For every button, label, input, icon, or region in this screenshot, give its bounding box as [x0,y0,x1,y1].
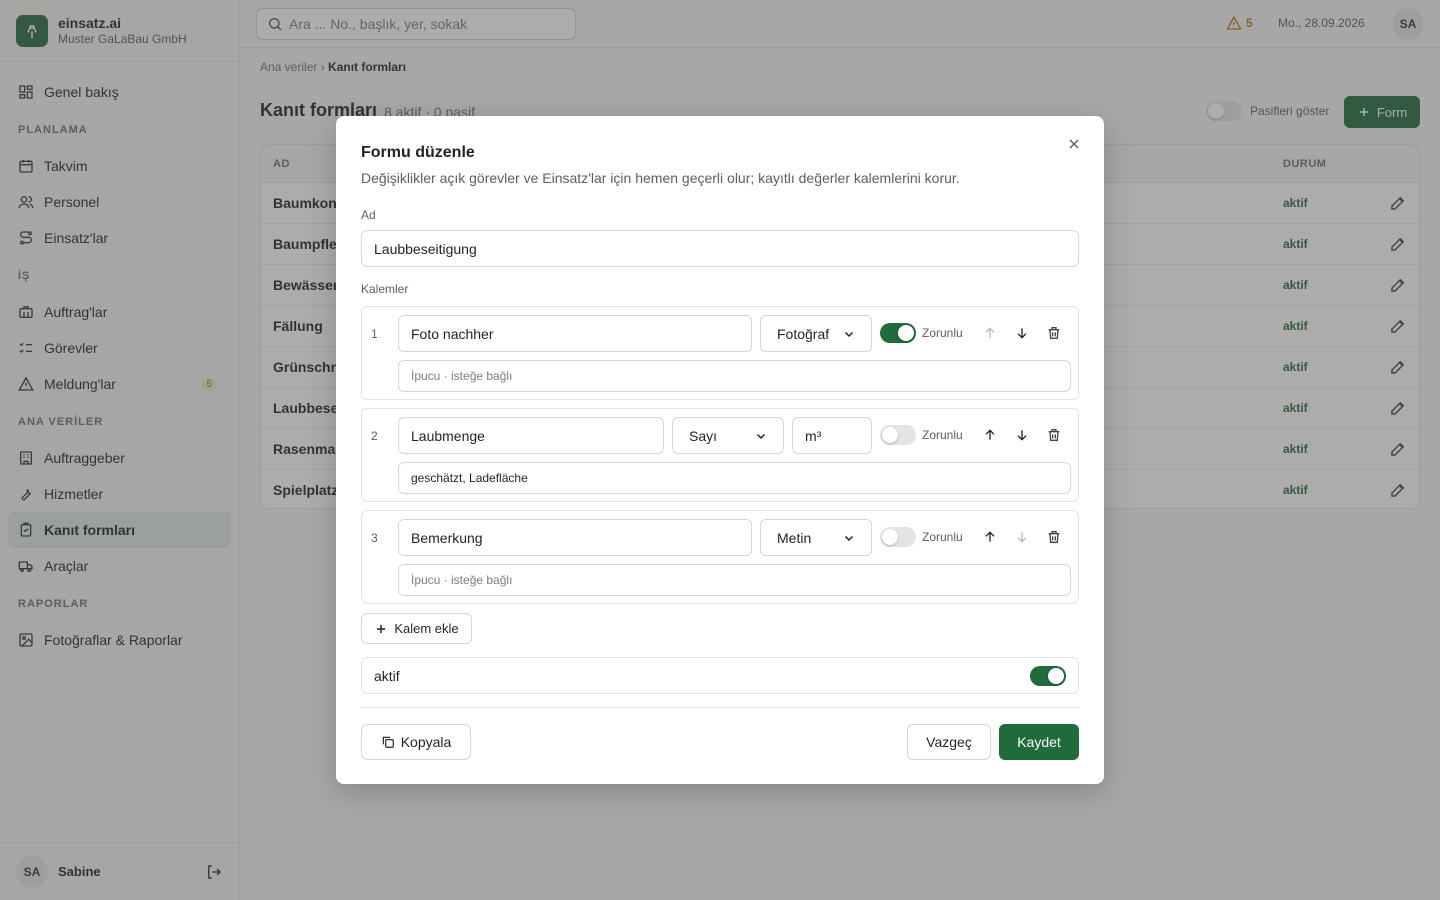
item-index: 1 [371,327,378,341]
required-label: Zorunlu [922,428,963,442]
add-item-label: Kalem ekle [394,621,459,636]
item-unit-field[interactable]: m³ [792,417,872,454]
form-item-3: 3 Bemerkung Metin Zorunlu İpucu · isteğe… [361,510,1079,604]
close-icon[interactable] [1066,136,1082,152]
required-switch[interactable] [880,425,916,445]
required-label: Zorunlu [922,326,963,340]
save-button[interactable]: Kaydet [999,724,1079,760]
plus-icon [377,624,386,633]
trash-icon[interactable] [1046,427,1062,443]
item-type-select[interactable]: Metin [760,519,872,556]
item-name-field[interactable]: Bemerkung [398,519,752,556]
arrow-up-icon [985,327,995,338]
chevron-down-icon [844,535,854,541]
required-switch[interactable] [880,323,916,343]
item-name-field[interactable]: Foto nachher [398,315,752,352]
form-name-field[interactable]: Laubbeseitigung [361,230,1079,267]
form-item-1: 1 Foto nachher Fotoğraf Zorunlu İpucu · … [361,306,1079,400]
chevron-down-icon [844,331,854,337]
item-type-value: Sayı [689,427,718,444]
item-type-value: Metin [777,529,812,546]
divider [361,707,1079,708]
item-type-select[interactable]: Sayı [672,417,784,454]
copy-label: Kopyala [400,734,452,750]
arrow-up-icon[interactable] [982,529,998,545]
item-name-field[interactable]: Laubmenge [398,417,664,454]
name-label: Ad [361,208,376,222]
active-label: aktif [374,667,400,684]
active-row: aktif [361,657,1079,694]
trash-icon[interactable] [1046,529,1062,545]
chevron-down-icon [756,433,766,439]
edit-form-dialog: Formu düzenle Değişiklikler açık görevle… [336,116,1104,784]
form-item-2: 2 Laubmenge Sayı m³ Zorunlu geschätzt, L… [361,408,1079,502]
arrow-down-icon[interactable] [1014,427,1030,443]
items-label: Kalemler [361,282,409,296]
copy-icon [382,736,394,748]
dialog-title: Formu düzenle [361,144,475,161]
item-hint-field[interactable]: İpucu · isteğe bağlı [398,360,1071,392]
item-hint-field[interactable]: İpucu · isteğe bağlı [398,564,1071,596]
arrow-down-icon[interactable] [1014,325,1030,341]
item-type-select[interactable]: Fotoğraf [760,315,872,352]
trash-icon[interactable] [1046,325,1062,341]
arrow-down-icon [1017,532,1027,543]
item-hint-field[interactable]: geschätzt, Ladefläche [398,462,1071,494]
item-index: 3 [371,531,378,545]
arrow-up-icon[interactable] [982,427,998,443]
add-item-button[interactable]: Kalem ekle [361,613,472,644]
item-index: 2 [371,429,378,443]
dialog-description: Değişiklikler açık görevler ve Einsatz'l… [361,170,960,186]
required-switch[interactable] [880,527,916,547]
item-type-value: Fotoğraf [777,325,830,342]
active-switch[interactable] [1030,666,1066,686]
copy-button[interactable]: Kopyala [361,724,471,760]
cancel-button[interactable]: Vazgeç [907,724,991,760]
required-label: Zorunlu [922,530,963,544]
